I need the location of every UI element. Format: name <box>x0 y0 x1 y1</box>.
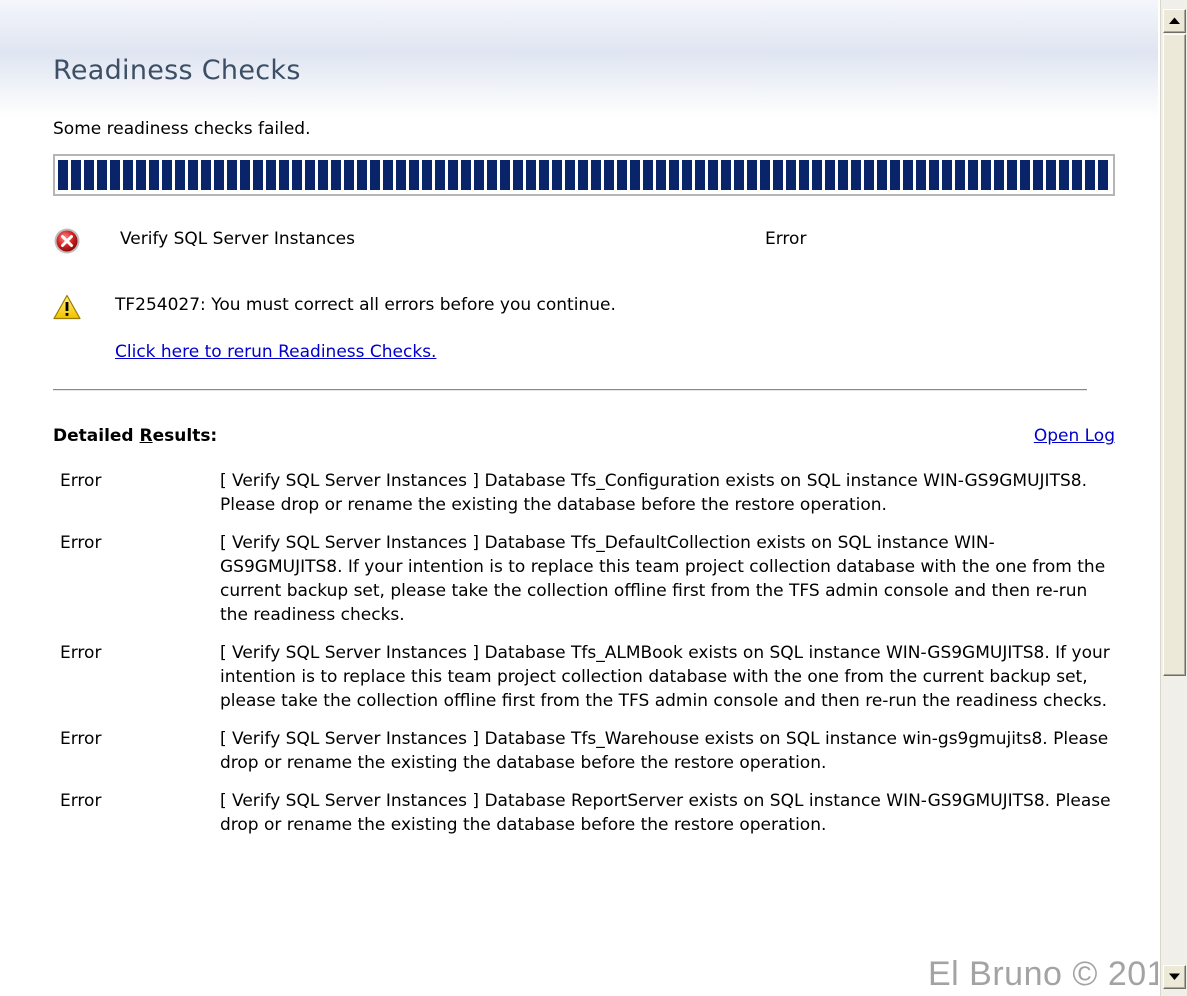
readiness-checks-page: Readiness Checks Some readiness checks f… <box>0 0 1158 996</box>
divider <box>53 389 1087 391</box>
vertical-scrollbar[interactable] <box>1160 0 1187 996</box>
result-row: Error [ Verify SQL Server Instances ] Da… <box>60 727 1120 775</box>
arrow-down-icon <box>1169 973 1180 980</box>
arrow-up-icon <box>1169 17 1180 24</box>
detailed-results-heading: Detailed Results: <box>53 426 217 446</box>
scroll-down-button[interactable] <box>1163 965 1186 989</box>
result-level: Error <box>60 791 102 811</box>
result-message: [ Verify SQL Server Instances ] Database… <box>220 643 1110 711</box>
heading-accelerator-key: R <box>139 426 153 446</box>
page-title: Readiness Checks <box>53 55 301 86</box>
result-row: Error [ Verify SQL Server Instances ] Da… <box>60 469 1120 517</box>
warning-row: TF254027: You must correct all errors be… <box>53 292 1113 324</box>
open-log-link[interactable]: Open Log <box>1034 426 1115 446</box>
scrollbar-thumb[interactable] <box>1163 34 1186 676</box>
result-message: [ Verify SQL Server Instances ] Database… <box>220 791 1111 835</box>
heading-text-end: esults: <box>152 426 218 446</box>
check-row-sql-instances: Verify SQL Server Instances Error <box>53 225 1113 257</box>
check-status: Error <box>765 229 807 249</box>
result-row: Error [ Verify SQL Server Instances ] Da… <box>60 789 1120 837</box>
progress-bar <box>53 154 1115 196</box>
result-level: Error <box>60 471 102 491</box>
warning-text: TF254027: You must correct all errors be… <box>115 295 616 315</box>
detailed-results-list: Error [ Verify SQL Server Instances ] Da… <box>60 469 1120 851</box>
result-message: [ Verify SQL Server Instances ] Database… <box>220 471 1087 515</box>
heading-text-start: Detailed <box>53 426 140 446</box>
status-message: Some readiness checks failed. <box>53 119 311 139</box>
warning-triangle-icon <box>53 294 81 320</box>
result-message: [ Verify SQL Server Instances ] Database… <box>220 729 1109 773</box>
result-row: Error [ Verify SQL Server Instances ] Da… <box>60 641 1120 713</box>
scroll-up-button[interactable] <box>1163 9 1186 33</box>
result-level: Error <box>60 729 102 749</box>
rerun-readiness-checks-link[interactable]: Click here to rerun Readiness Checks. <box>115 342 436 362</box>
result-level: Error <box>60 643 102 663</box>
watermark-text: El Bruno © 201 <box>928 955 1158 993</box>
error-circle-icon <box>54 228 80 254</box>
result-row: Error [ Verify SQL Server Instances ] Da… <box>60 531 1120 627</box>
progress-bar-fill <box>58 160 1110 190</box>
check-name: Verify SQL Server Instances <box>120 229 355 249</box>
result-level: Error <box>60 533 102 553</box>
result-message: [ Verify SQL Server Instances ] Database… <box>220 533 1106 625</box>
